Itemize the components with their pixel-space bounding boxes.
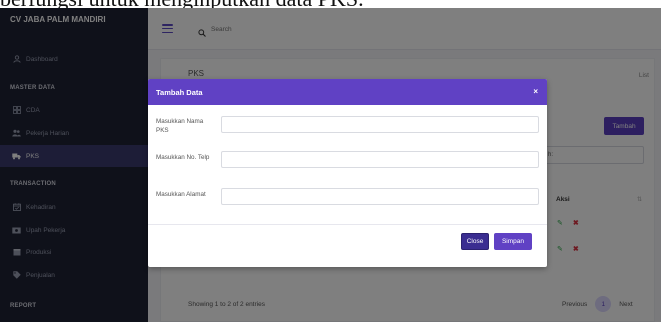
screenshot: berfungsi untuk menginputkan data PKS. C… [0,0,661,322]
field-label-alamat: Masukkan Alamat [156,191,206,198]
close-button[interactable]: Close [461,233,489,250]
field-label-no-telp: Masukkan No. Telp [156,154,210,161]
nama-pks-input[interactable] [221,116,539,133]
alamat-input[interactable] [221,188,539,205]
no-telp-input[interactable] [221,151,539,168]
tambah-data-modal: Tambah Data × Masukkan Nama PKS Masukkan… [148,79,547,267]
modal-divider [148,224,547,225]
field-label-nama-pks: Masukkan Nama PKS [156,118,204,134]
close-icon[interactable]: × [533,87,538,96]
modal-header: Tambah Data × [148,79,547,105]
save-button[interactable]: Simpan [494,233,532,250]
modal-title: Tambah Data [156,88,203,97]
